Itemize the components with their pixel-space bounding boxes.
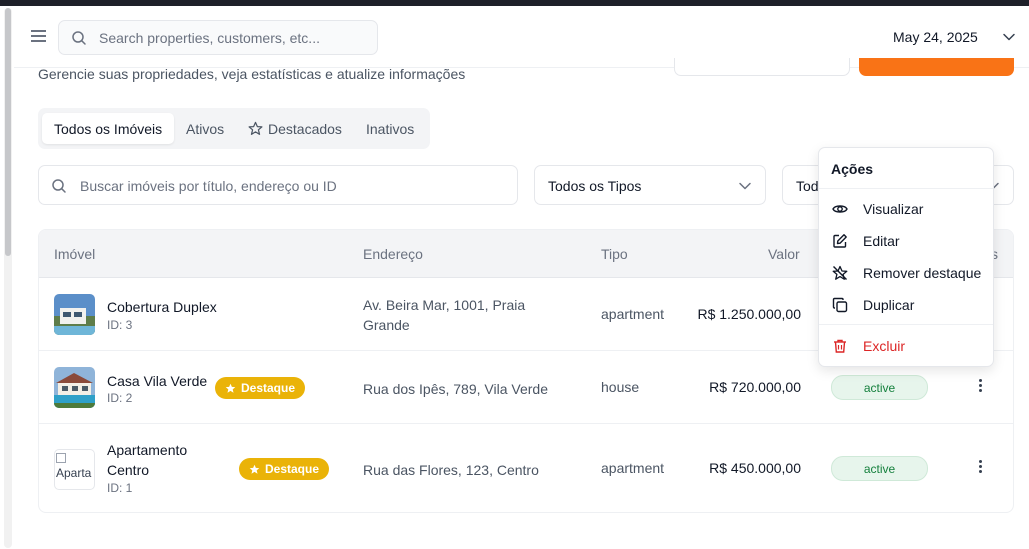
global-search-placeholder: Search properties, customers, etc... [99,30,320,46]
trash-icon [834,339,846,353]
property-thumbnail [54,294,95,335]
property-thumbnail [54,367,95,408]
property-name[interactable]: Apartamento Centro [107,440,217,480]
property-thumbnail-broken: Aparta [54,449,95,490]
property-name[interactable]: Casa Vila Verde [107,371,207,391]
status-badge: active [831,456,928,481]
column-header-endereco: Endereço [363,246,423,262]
star-off-icon [832,265,848,280]
property-address: Av. Beira Mar, 1001, Praia Grande [363,297,526,333]
property-type: house [601,379,640,395]
more-options-icon[interactable] [972,377,988,395]
secondary-action-button[interactable] [674,58,850,76]
more-options-icon[interactable] [972,458,988,476]
property-id: ID: 3 [107,318,133,332]
status-badge: active [831,375,928,400]
chevron-down-icon[interactable] [1002,30,1016,44]
copy-icon [832,297,848,313]
menu-divider [819,324,993,325]
hamburger-menu-icon[interactable] [30,28,50,46]
featured-badge: Destaque [215,377,306,399]
type-select[interactable]: Todos os Tipos [534,165,766,205]
property-price: R$ 450.000,00 [709,460,801,476]
tab-inativos[interactable]: Inativos [366,113,414,144]
chevron-down-icon [739,182,751,190]
tab-todos-os-imoveis[interactable]: Todos os Imóveis [42,113,174,144]
column-header-imovel: Imóvel [54,246,96,262]
property-price: R$ 720.000,00 [709,379,801,395]
menu-item-editar[interactable]: Editar [819,226,993,256]
star-icon [225,383,236,393]
property-id: ID: 1 [107,481,133,495]
menu-item-excluir[interactable]: Excluir [819,331,993,361]
property-name[interactable]: Cobertura Duplex [107,297,217,317]
featured-badge: Destaque [239,458,330,480]
column-header-valor: Valor [768,246,800,262]
property-type: apartment [601,460,665,476]
menu-item-duplicar[interactable]: Duplicar [819,290,993,320]
menu-item-visualizar[interactable]: Visualizar [819,194,993,224]
property-tabs: Todos os Imóveis Ativos Destacados Inati… [38,108,430,149]
property-type: apartment [601,306,665,322]
table-row[interactable]: Aparta Apartamento Centro ID: 1 Destaque… [39,424,1013,512]
header-date: May 24, 2025 [893,29,978,45]
property-price: R$ 1.250.000,00 [697,306,801,322]
star-icon [249,464,260,474]
tab-destacados[interactable]: Destacados [248,113,342,144]
primary-action-button[interactable] [859,58,1014,76]
column-header-tipo: Tipo [601,246,628,262]
global-search-input[interactable]: Search properties, customers, etc... [58,20,378,55]
property-address: Rua das Flores, 123, Centro [363,462,539,478]
property-address: Rua dos Ipês, 789, Vila Verde [363,381,548,397]
property-search-input[interactable]: Buscar imóveis por título, endereço ou I… [38,165,518,205]
search-icon [52,179,66,193]
eye-icon [832,205,848,213]
scrollbar-thumb[interactable] [5,8,11,256]
broken-image-icon [56,453,66,463]
actions-menu: Ações Visualizar Editar Remover destaque… [818,147,994,367]
actions-menu-title: Ações [831,161,874,177]
page-subtitle: Gerencie suas propriedades, veja estatís… [38,66,466,82]
search-icon [72,31,86,45]
menu-divider [819,188,993,189]
edit-icon [833,234,847,248]
menu-item-remover-destaque[interactable]: Remover destaque [819,258,993,288]
star-icon [248,121,263,135]
tab-ativos[interactable]: Ativos [186,113,224,144]
property-search-placeholder: Buscar imóveis por título, endereço ou I… [80,178,337,194]
property-id: ID: 2 [107,391,133,405]
